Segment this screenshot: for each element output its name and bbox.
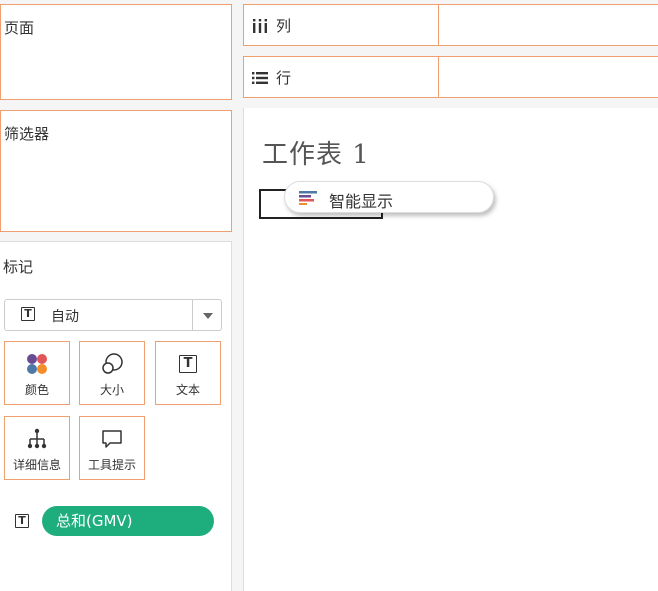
color-dots-icon xyxy=(5,352,69,376)
field-row: T 总和(GMV) xyxy=(0,504,232,538)
detail-label: 详细信息 xyxy=(12,458,61,472)
columns-shelf-label: 列 xyxy=(243,4,439,46)
columns-icon xyxy=(253,18,267,33)
show-me-button[interactable]: 智能显示 xyxy=(284,181,494,213)
dropdown-separator xyxy=(192,300,193,330)
filters-panel[interactable]: 筛选器 xyxy=(0,110,232,232)
columns-shelf-dropzone[interactable] xyxy=(438,4,658,46)
marks-card-title: 标记 xyxy=(3,258,34,276)
text-mark-icon: T xyxy=(156,352,220,376)
rows-shelf-title: 行 xyxy=(276,69,292,87)
color-button[interactable]: 颜色 xyxy=(4,341,70,405)
show-me-icon xyxy=(299,191,317,205)
color-label: 颜色 xyxy=(24,383,49,397)
size-button[interactable]: 大小 xyxy=(79,341,145,405)
detail-tree-icon xyxy=(5,427,69,451)
sheet-title[interactable]: 工作表 1 xyxy=(262,134,370,171)
rows-shelf-label: 行 xyxy=(243,56,439,98)
tooltip-label: 工具提示 xyxy=(87,458,136,472)
text-t-icon: T xyxy=(179,355,197,373)
worksheet-canvas[interactable]: 工作表 1 智能显示 xyxy=(243,108,658,591)
tooltip-button[interactable]: 工具提示 xyxy=(79,416,145,480)
gmv-field-pill[interactable]: 总和(GMV) xyxy=(42,506,214,536)
detail-button[interactable]: 详细信息 xyxy=(4,416,70,480)
mark-type-value: 自动 xyxy=(51,309,79,325)
columns-shelf-title: 列 xyxy=(276,17,292,35)
pages-panel-title: 页面 xyxy=(4,19,35,37)
mark-type-dropdown[interactable]: T 自动 xyxy=(4,299,222,331)
text-label: 文本 xyxy=(175,383,200,397)
pages-panel[interactable]: 页面 xyxy=(0,4,232,100)
rows-shelf-dropzone[interactable] xyxy=(438,56,658,98)
size-circles-icon xyxy=(80,352,144,376)
left-sidebar: 页面 筛选器 标记 T 自动 颜色 大小 T 文本 详细信息 工具提示 T 总和… xyxy=(0,0,236,591)
speech-bubble-icon xyxy=(80,427,144,451)
size-label: 大小 xyxy=(99,383,124,397)
filters-panel-title: 筛选器 xyxy=(4,125,50,143)
rows-icon xyxy=(252,71,268,84)
show-me-label: 智能显示 xyxy=(329,192,394,211)
text-mark-icon: T xyxy=(21,307,35,321)
text-button[interactable]: T 文本 xyxy=(155,341,221,405)
text-mark-icon[interactable]: T xyxy=(15,514,29,528)
chevron-down-icon[interactable] xyxy=(203,313,213,319)
